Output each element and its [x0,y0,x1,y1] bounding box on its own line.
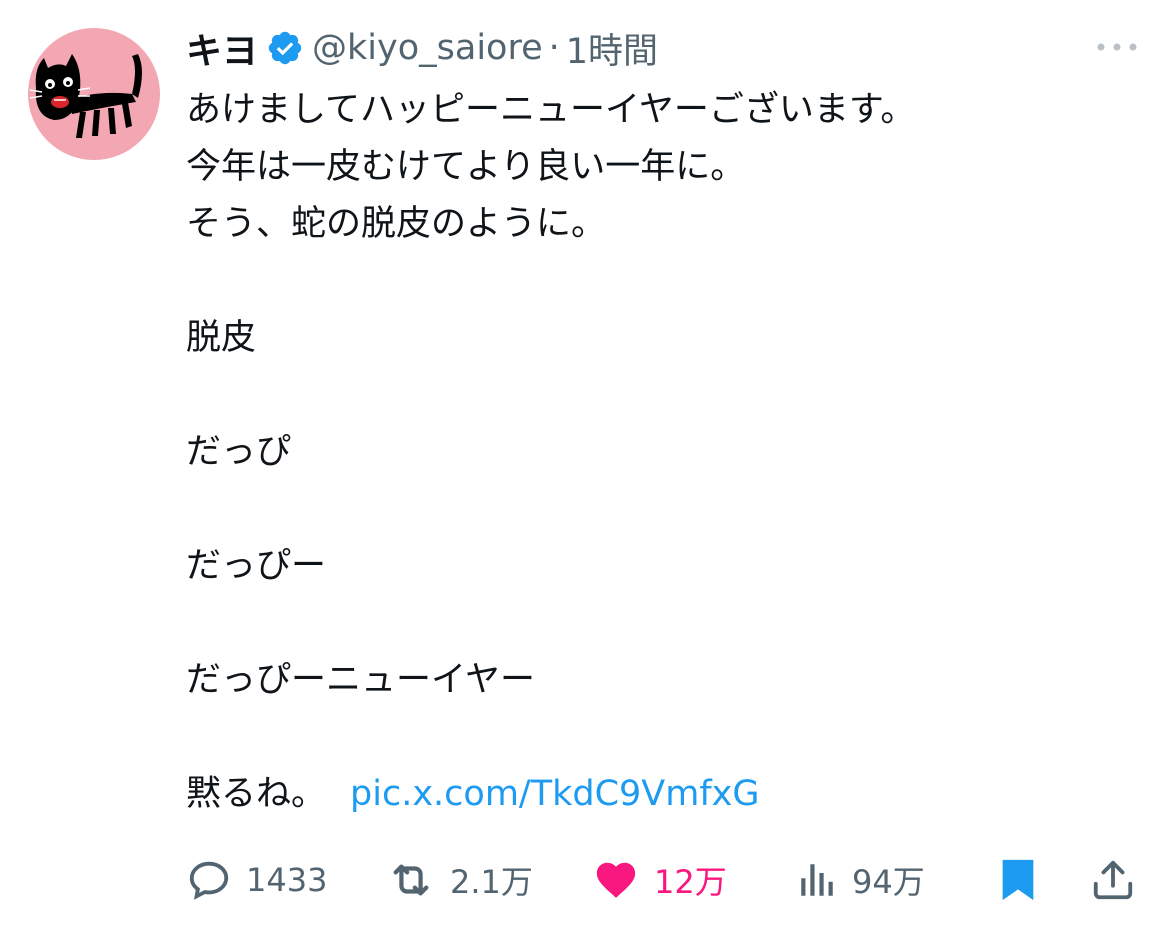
bookmark-button[interactable] [998,850,1038,910]
like-count: 12万 [654,863,727,901]
tweet-line: だっぴーニューイヤー [186,660,535,700]
repost-button[interactable]: 2.1万 [386,850,533,910]
bookmark-icon [1002,859,1034,901]
timestamp[interactable]: 1時間 [566,23,658,74]
tweet-line: だっぴ [186,432,292,472]
reply-button[interactable]: 1433 [186,850,327,910]
tweet-line: あけましてハッピーニューイヤーございます。 [186,90,916,130]
tweet-line [186,709,1146,766]
black-cat-avatar-icon [29,54,142,138]
tweet-line: だっぴー [186,546,327,586]
tweet-line [186,367,1146,424]
tweet-line: 今年は一皮むけてより良い一年に。 [186,147,746,187]
tweet-header: キヨ @kiyo_saiore · 1時間 [186,20,658,76]
more-icon[interactable] [1094,36,1140,58]
media-link[interactable]: pic.x.com/TkdC9VmfxG [350,774,759,814]
views-count: 94万 [852,863,925,901]
tweet-line [186,481,1146,538]
views-button[interactable]: 94万 [796,850,925,910]
verified-badge-icon[interactable] [266,29,304,67]
repost-icon [393,864,429,896]
tweet-line [186,253,1146,310]
like-button[interactable]: 12万 [592,850,727,910]
avatar[interactable] [28,28,160,160]
tweet-text: あけましてハッピーニューイヤーございます。 今年は一皮むけてより良い一年に。 そ… [186,82,1146,823]
tweet-line: 黙るね。 [186,774,327,814]
reply-icon [189,861,229,900]
tweet-line: そう、蛇の脱皮のように。 [186,204,607,244]
repost-count: 2.1万 [450,863,533,901]
display-name[interactable]: キヨ [186,22,258,74]
action-bar: 1433 2.1万 12万 94万 [186,850,1146,910]
share-icon [1093,860,1133,900]
user-handle[interactable]: @kiyo_saiore [312,28,543,68]
heart-icon [596,862,636,898]
share-button[interactable] [1090,850,1136,910]
views-icon [801,864,833,896]
tweet-line: 脱皮 [186,318,257,358]
separator-dot: · [548,28,560,68]
reply-count: 1433 [246,861,328,899]
tweet-line [186,595,1146,652]
tweet-last-line: 黙るね。 pic.x.com/TkdC9VmfxG [186,766,1146,823]
